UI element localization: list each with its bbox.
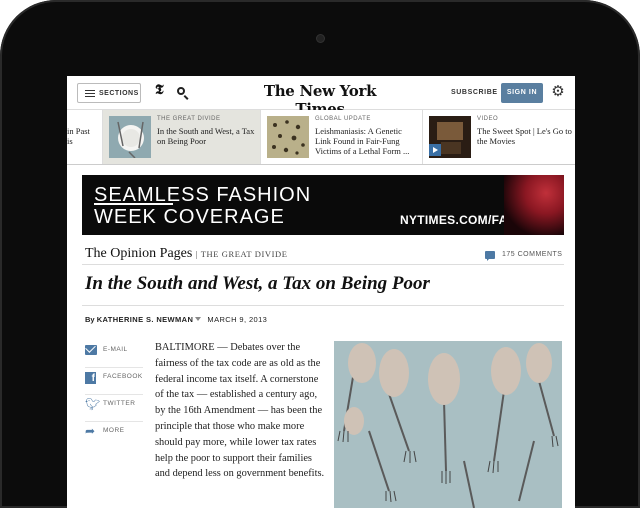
comments-count: 175 COMMENTS [502, 251, 563, 258]
carousel-item[interactable]: in Past is [67, 110, 103, 164]
facebook-icon: f [85, 372, 96, 384]
share-tools: E-MAIL f FACEBOOK 🐦︎ TWITTER ➦ MORE [85, 341, 143, 448]
section-label: The Opinion Pages | THE GREAT DIVIDE [85, 246, 288, 261]
video-thumbnail [429, 116, 471, 158]
top-header: SECTIONS 𝕿 The New York Times SUBSCRIBE … [67, 76, 575, 118]
carousel-kicker: VIDEO [477, 116, 499, 122]
carousel-item[interactable]: VIDEO The Sweet Spot | Le's Go to the Mo… [423, 110, 575, 164]
article-paragraph: BALTIMORE — Debates over the fairness of… [155, 342, 325, 480]
carousel-headline: The Sweet Spot | Le's Go to the Movies [477, 126, 572, 146]
byline: By KATHERINE S. NEWMAN MARCH 9, 2013 [85, 315, 267, 324]
ad-model-image [504, 175, 564, 235]
share-more-label: MORE [103, 427, 125, 434]
share-twitter-label: TWITTER [103, 400, 136, 407]
camera-lens [317, 35, 324, 42]
sandflies-thumbnail [267, 116, 309, 158]
carousel-headline: Leishmaniasis: A Genetic Link Found in F… [315, 126, 410, 156]
share-email-label: E-MAIL [103, 346, 128, 353]
share-arrow-icon: ➦ [85, 424, 96, 438]
share-facebook-label: FACEBOOK [103, 373, 143, 380]
series-link[interactable]: THE GREAT DIVIDE [201, 249, 288, 259]
carousel-kicker: GLOBAL UPDATE [315, 116, 371, 122]
tablet-screen: SECTIONS 𝕿 The New York Times SUBSCRIBE … [67, 76, 575, 508]
menu-icon [85, 90, 95, 97]
byline-prefix: By [85, 315, 95, 324]
publish-date: MARCH 9, 2013 [207, 315, 268, 324]
article-headline: In the South and West, a Tax on Being Po… [85, 273, 430, 294]
share-twitter[interactable]: 🐦︎ TWITTER [85, 395, 143, 422]
ad-underline [94, 203, 173, 205]
carousel-item-active[interactable]: THE GREAT DIVIDE In the South and West, … [103, 110, 261, 164]
email-icon [85, 345, 97, 355]
carousel-headline: in Past is [67, 126, 90, 146]
gear-icon[interactable]: ⚙ [551, 84, 565, 99]
ad-line-2: WEEK COVERAGE [94, 206, 285, 228]
sections-label: SECTIONS [99, 90, 139, 97]
fashion-ad-banner[interactable]: SEAMLESS FASHION WEEK COVERAGE NYTIMES.C… [82, 175, 564, 235]
carousel-kicker: THE GREAT DIVIDE [157, 116, 221, 122]
carousel-item[interactable]: GLOBAL UPDATE Leishmaniasis: A Genetic L… [261, 110, 423, 164]
carousel-headline: In the South and West, a Tax on Being Po… [157, 126, 255, 146]
divider [82, 264, 564, 265]
twitter-icon: 🐦︎ [85, 397, 101, 411]
article-body: BALTIMORE — Debates over the fairness of… [155, 340, 325, 482]
share-email[interactable]: E-MAIL [85, 341, 143, 368]
author-name[interactable]: KATHERINE S. NEWMAN [97, 315, 194, 324]
sections-button[interactable]: SECTIONS [77, 83, 141, 103]
share-more[interactable]: ➦ MORE [85, 422, 143, 448]
opinion-pages-link[interactable]: The Opinion Pages [85, 246, 192, 261]
search-icon[interactable] [177, 87, 185, 95]
sign-in-button[interactable]: SIGN IN [501, 83, 543, 103]
share-facebook[interactable]: f FACEBOOK [85, 368, 143, 395]
subscribe-link[interactable]: SUBSCRIBE [451, 89, 498, 96]
caret-down-icon[interactable] [195, 317, 202, 321]
nyt-t-logo[interactable]: 𝕿 [155, 82, 164, 98]
dinner-plate-thumbnail [109, 116, 151, 158]
comment-icon [485, 251, 495, 261]
forks-illustration [334, 341, 562, 508]
divider [82, 305, 564, 306]
article-carousel: in Past is THE GREAT DIVIDE In the South… [67, 110, 575, 165]
